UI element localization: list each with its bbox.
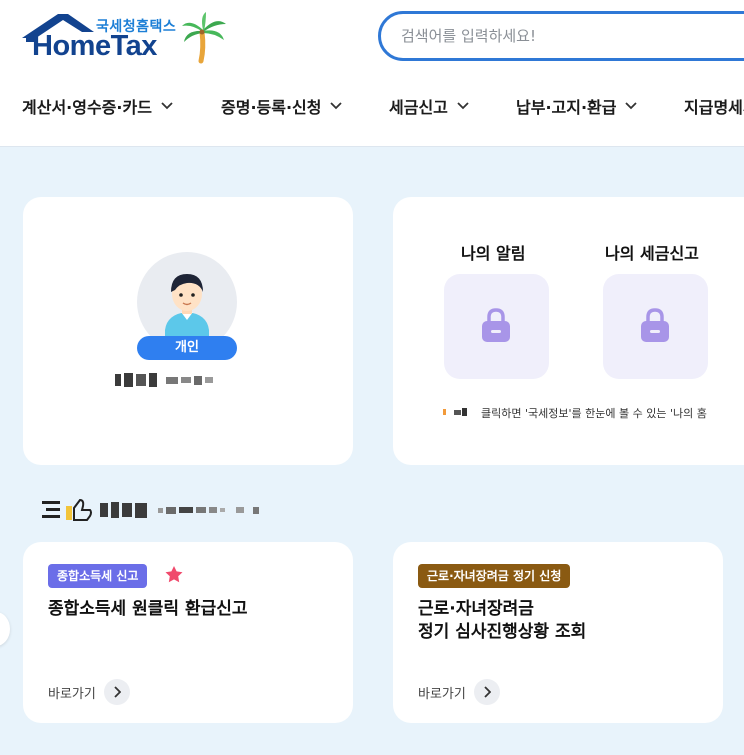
nav-item-payment[interactable]: 납부·고지·환급 [516, 94, 638, 118]
service-title-line: 종합소득세 원클릭 환급신고 [48, 599, 248, 619]
service-card[interactable]: 종합소득세 신고 종합소득세 원클릭 환급신고 바로가기 [23, 542, 353, 723]
service-tag: 종합소득세 신고 [48, 564, 148, 588]
thumbs-up-icon [42, 498, 92, 521]
nav-item-label: 납부·고지·환급 [516, 98, 617, 117]
search-box[interactable] [378, 11, 744, 61]
nav-item-payment-statement[interactable]: 지급명세서 [684, 94, 744, 118]
redacted-section-text [100, 502, 259, 518]
palm-tree-icon [182, 12, 226, 64]
chevron-down-icon [625, 102, 638, 110]
info-hint-text: 클릭하면 '국세정보'를 한눈에 볼 수 있는 '나의 홈 [481, 407, 707, 420]
redacted-prefix-icon [443, 408, 467, 416]
nav-item-label: 계산서·영수증·카드 [22, 98, 152, 117]
my-alerts-button[interactable] [444, 274, 549, 379]
service-title-line: 근로·자녀장려금 [418, 599, 534, 619]
header: 국세청홈택스 HomeTax 계산서·영수증·카드 증명·등록·신청 세금신고 [0, 0, 744, 147]
chevron-down-icon [161, 102, 173, 110]
my-tax-filing-title: 나의 세금신고 [605, 244, 699, 263]
service-card[interactable]: 근로·자녀장려금 정기 신청 근로·자녀장려금 정기 심사진행상황 조회 바로가… [393, 542, 723, 723]
lock-icon [641, 308, 669, 342]
chevron-right-icon [103, 679, 130, 705]
go-link-label: 바로가기 [418, 686, 466, 702]
profile-card: 개인 [23, 197, 353, 465]
go-link[interactable]: 바로가기 [48, 679, 130, 705]
go-link-label: 바로가기 [48, 686, 96, 702]
section-title-redacted [42, 498, 259, 522]
hometax-logo[interactable]: 국세청홈택스 HomeTax [22, 12, 232, 67]
service-title: 종합소득세 원클릭 환급신고 [48, 598, 248, 621]
nav-item-label: 증명·등록·신청 [221, 98, 322, 117]
logo-english-text: HomeTax [32, 30, 157, 62]
my-alerts-title: 나의 알림 [461, 244, 526, 263]
lock-icon [482, 308, 510, 342]
go-link[interactable]: 바로가기 [418, 679, 500, 705]
favorite-star-icon[interactable] [164, 565, 184, 584]
service-tag: 근로·자녀장려금 정기 신청 [418, 564, 571, 588]
nav-item-receipts[interactable]: 계산서·영수증·카드 [22, 94, 173, 118]
nav-item-label: 지급명세서 [684, 98, 744, 117]
nav-item-tax-filing[interactable]: 세금신고 [389, 94, 469, 118]
service-title-line: 정기 심사진행상황 조회 [418, 622, 587, 642]
main-nav: 계산서·영수증·카드 증명·등록·신청 세금신고 납부·고지·환급 지급명세서 [0, 84, 744, 128]
redacted-user-name [115, 373, 213, 387]
nav-item-label: 세금신고 [389, 98, 448, 117]
my-info-card: 나의 알림 나의 세금신고 클릭하면 '국세정보'를 한눈에 볼 수 있는 '나… [393, 197, 744, 465]
nav-item-certificates[interactable]: 증명·등록·신청 [221, 94, 343, 118]
carousel-prev-button[interactable] [0, 612, 10, 646]
user-type-badge: 개인 [137, 336, 237, 360]
chevron-right-icon [473, 679, 500, 705]
service-title: 근로·자녀장려금 정기 심사진행상황 조회 [418, 598, 586, 644]
my-tax-filing-button[interactable] [603, 274, 708, 379]
chevron-down-icon [457, 102, 469, 110]
chevron-down-icon [330, 102, 343, 110]
search-input[interactable] [401, 14, 731, 58]
